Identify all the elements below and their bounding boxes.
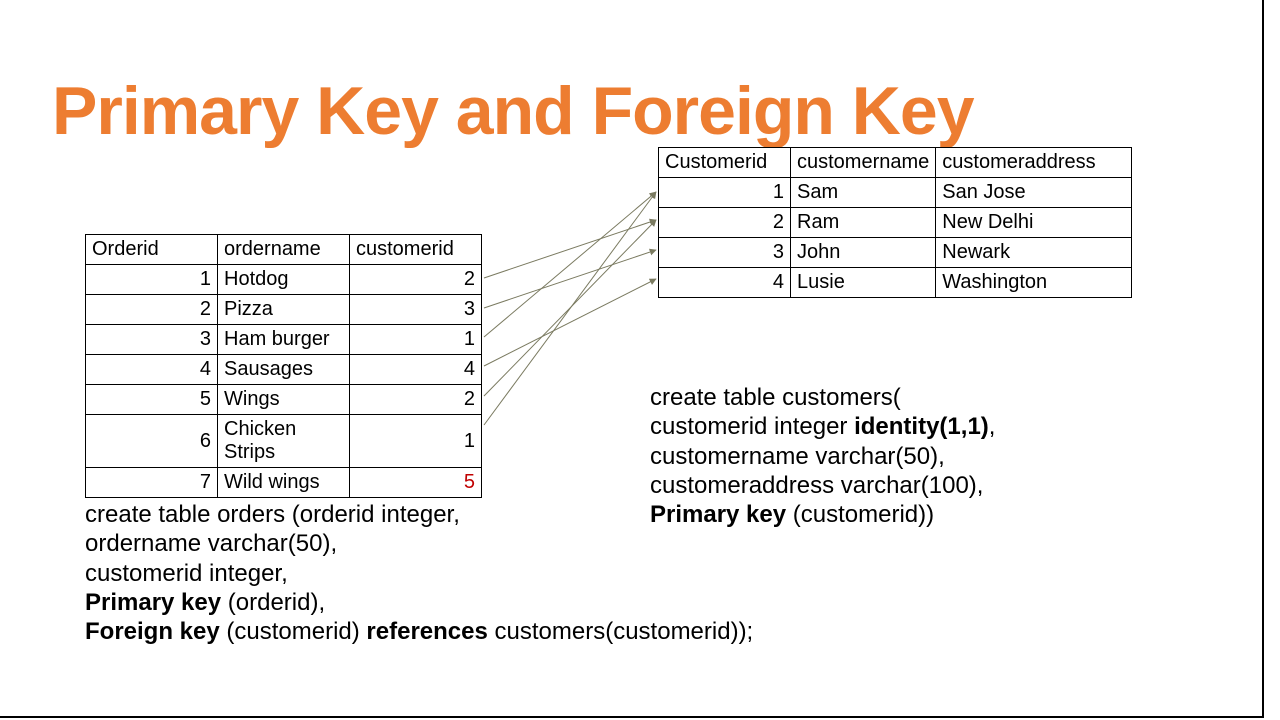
cell-orderid: 3 (86, 325, 218, 355)
table-row: 6Chicken Strips1 (86, 415, 482, 468)
cell-customeraddress: San Jose (936, 178, 1132, 208)
table-row: 7Wild wings5 (86, 468, 482, 498)
code-line: customeraddress varchar(100), (650, 471, 995, 500)
cell-customername: John (791, 238, 936, 268)
cell-customerid: 2 (659, 208, 791, 238)
code-line: Foreign key (customerid) references cust… (85, 617, 753, 646)
code-line: create table orders (orderid integer, (85, 500, 753, 529)
cell-customerid: 3 (350, 295, 482, 325)
col-customeraddress: customeraddress (936, 148, 1132, 178)
code-line: Primary key (orderid), (85, 588, 753, 617)
table-row: 3Ham burger1 (86, 325, 482, 355)
sql-create-orders: create table orders (orderid integer, or… (85, 500, 753, 646)
cell-customerid: 4 (659, 268, 791, 298)
code-line: customerid integer, (85, 559, 753, 588)
cell-orderid: 5 (86, 385, 218, 415)
table-row: 3JohnNewark (659, 238, 1132, 268)
cell-customerid: 1 (350, 415, 482, 468)
col-customername: customername (791, 148, 936, 178)
cell-ordername: Hotdog (218, 265, 350, 295)
cell-customerid: 4 (350, 355, 482, 385)
cell-customeraddress: Washington (936, 268, 1132, 298)
cell-customername: Sam (791, 178, 936, 208)
code-line: customername varchar(50), (650, 442, 995, 471)
table-header-row: Customerid customername customeraddress (659, 148, 1132, 178)
table-row: 4Sausages4 (86, 355, 482, 385)
code-line: ordername varchar(50), (85, 529, 753, 558)
table-row: 4LusieWashington (659, 268, 1132, 298)
cell-orderid: 6 (86, 415, 218, 468)
table-row: 1Hotdog2 (86, 265, 482, 295)
cell-orderid: 1 (86, 265, 218, 295)
cell-customeraddress: New Delhi (936, 208, 1132, 238)
cell-customername: Lusie (791, 268, 936, 298)
col-orderid: Orderid (86, 235, 218, 265)
col-ordername: ordername (218, 235, 350, 265)
cell-customerid: 2 (350, 385, 482, 415)
cell-orderid: 7 (86, 468, 218, 498)
cell-customerid: 1 (659, 178, 791, 208)
table-row: 1SamSan Jose (659, 178, 1132, 208)
cell-customerid: 1 (350, 325, 482, 355)
orders-table: Orderid ordername customerid 1Hotdog22Pi… (85, 234, 482, 498)
cell-orderid: 4 (86, 355, 218, 385)
cell-customeraddress: Newark (936, 238, 1132, 268)
col-customerid: Customerid (659, 148, 791, 178)
table-header-row: Orderid ordername customerid (86, 235, 482, 265)
cell-customerid: 5 (350, 468, 482, 498)
col-customerid-fk: customerid (350, 235, 482, 265)
table-row: 2RamNew Delhi (659, 208, 1132, 238)
cell-ordername: Wings (218, 385, 350, 415)
page-title: Primary Key and Foreign Key (52, 72, 974, 150)
slide: Primary Key and Foreign Key Customerid c… (0, 0, 1264, 718)
cell-customerid: 3 (659, 238, 791, 268)
customers-table: Customerid customername customeraddress … (658, 147, 1132, 298)
cell-ordername: Sausages (218, 355, 350, 385)
cell-ordername: Pizza (218, 295, 350, 325)
cell-customername: Ram (791, 208, 936, 238)
cell-ordername: Wild wings (218, 468, 350, 498)
cell-orderid: 2 (86, 295, 218, 325)
code-line: customerid integer identity(1,1), (650, 412, 995, 441)
table-row: 5Wings2 (86, 385, 482, 415)
table-row: 2Pizza3 (86, 295, 482, 325)
code-line: create table customers( (650, 383, 995, 412)
cell-ordername: Ham burger (218, 325, 350, 355)
cell-ordername: Chicken Strips (218, 415, 350, 468)
cell-customerid: 2 (350, 265, 482, 295)
